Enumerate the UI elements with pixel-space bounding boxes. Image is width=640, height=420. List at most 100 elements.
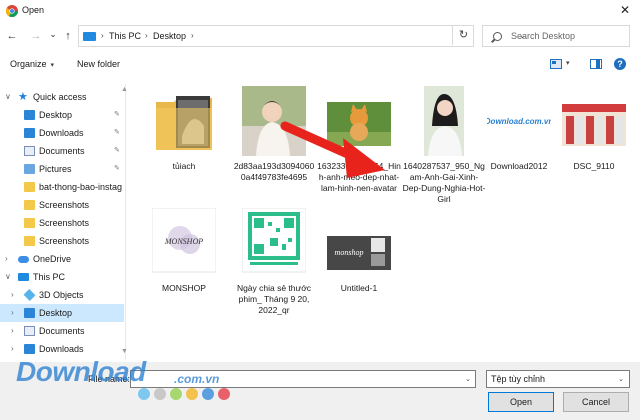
folder-icon [156, 96, 212, 150]
address-row: ← → ⌄ ↑ › This PC › Desktop › ⌄ ↻ [0, 24, 640, 50]
breadcrumb-desktop[interactable]: Desktop [153, 31, 186, 41]
up-arrow-icon[interactable]: ↑ [62, 30, 74, 42]
pin-icon: ✎ [114, 111, 120, 118]
file-label: MONSHOP [162, 283, 206, 293]
search-input[interactable] [511, 28, 627, 44]
sidebar-item-label: 3D Objects [39, 290, 84, 300]
chevron-right-icon[interactable]: › [5, 254, 8, 263]
sidebar-item-bat-thong-bao-instag[interactable]: bat-thong-bao-instag [0, 178, 124, 196]
chevron-right-icon[interactable]: › [11, 308, 14, 317]
download-icon [24, 128, 35, 138]
watermark-dot [154, 388, 166, 400]
scroll-up-icon[interactable]: ▲ [121, 86, 128, 93]
sidebar-item-onedrive[interactable]: › OneDrive [0, 250, 124, 268]
cancel-button[interactable]: Cancel [563, 392, 629, 412]
sidebar-item-screenshots[interactable]: Screenshots [0, 232, 124, 250]
open-button[interactable]: Open [488, 392, 554, 412]
new-folder-button[interactable]: New folder [77, 59, 120, 69]
chevron-down-icon[interactable]: ∨ [5, 272, 11, 281]
back-arrow-icon[interactable]: ← [6, 30, 18, 42]
pin-icon: ✎ [114, 147, 120, 154]
sidebar-item-label: Quick access [33, 92, 87, 102]
sidebar-item-label: Desktop [39, 308, 73, 318]
scroll-down-icon[interactable]: ▼ [121, 348, 128, 355]
monshop-banner-icon: monshop [327, 236, 391, 270]
desktop-folder-icon [24, 308, 35, 318]
sidebar-item-this-pc[interactable]: ∨ This PC [0, 268, 124, 286]
svg-text:MONSHOP: MONSHOP [164, 237, 203, 246]
search-icon [493, 32, 502, 41]
sidebar-item-pictures[interactable]: Pictures ✎ [0, 160, 124, 178]
forward-arrow-icon[interactable]: → [30, 30, 42, 42]
chevron-right-icon[interactable]: › [11, 290, 14, 299]
pin-icon: ✎ [114, 165, 120, 172]
breadcrumb-separator[interactable]: › [191, 31, 194, 40]
chevron-down-icon[interactable]: ∨ [5, 92, 11, 101]
chevron-down-icon[interactable]: ▾ [566, 59, 570, 67]
chevron-right-icon[interactable]: › [11, 344, 14, 353]
sidebar-item-label: Screenshots [39, 236, 90, 246]
breadcrumb-separator: › [101, 31, 104, 40]
sidebar-item-downloads[interactable]: Downloads ✎ [0, 124, 124, 142]
chevron-down-icon[interactable]: ⌄ [465, 375, 471, 383]
sidebar-item-label: Documents [39, 146, 85, 156]
recent-locations-icon[interactable]: ⌄ [47, 28, 59, 40]
sidebar-item-label: Screenshots [39, 200, 90, 210]
search-box[interactable] [482, 25, 630, 47]
star-icon: ★ [18, 91, 28, 103]
folder-icon [24, 182, 35, 192]
file-label: DSC_9110 [573, 161, 615, 171]
sidebar-item-label: OneDrive [33, 254, 72, 264]
open-dialog: Open ✕ ← → ⌄ ↑ › This PC › Desktop › ⌄ ↻… [0, 0, 640, 420]
watermark-dot [138, 388, 150, 400]
watermark-dot [170, 388, 182, 400]
sidebar-item-screenshots[interactable]: Screenshots [0, 214, 124, 232]
organize-button[interactable]: Organize ▾ [10, 59, 54, 69]
organize-label: Organize [10, 59, 47, 69]
sidebar-scrollbar[interactable] [125, 84, 126, 360]
folder-icon [24, 236, 35, 246]
sidebar-item-quick-access[interactable]: ∨ ★ Quick access [0, 88, 124, 106]
sidebar-item-label: This PC [33, 272, 66, 282]
file-type-value: Tệp tùy chỉnh [491, 374, 546, 384]
sidebar-item-label: bat-thong-bao-instag [39, 182, 123, 192]
refresh-icon[interactable]: ↻ [452, 25, 474, 45]
sidebar-item-desktop[interactable]: Desktop ✎ [0, 106, 124, 124]
sidebar-item-screenshots[interactable]: Screenshots [0, 196, 124, 214]
sidebar-item-documents[interactable]: › Documents [0, 322, 124, 340]
red-arrow-annotation [280, 121, 385, 178]
file-label: Download2012 [490, 161, 548, 171]
help-icon[interactable]: ? [614, 58, 626, 70]
pc-icon [18, 273, 29, 281]
breadcrumb-this-pc[interactable]: This PC [109, 31, 141, 41]
close-icon[interactable]: ✕ [618, 3, 632, 17]
sidebar-item-label: Screenshots [39, 218, 90, 228]
sidebar-item-label: Pictures [39, 164, 72, 174]
watermark-dot [186, 388, 198, 400]
chevron-right-icon[interactable]: › [11, 326, 14, 335]
file-label: Ngày chia sẻ thước phim_ Tháng 9 20, 202… [236, 283, 312, 315]
monshop-logo-icon: MONSHOP [152, 208, 216, 273]
cloud-icon [18, 256, 29, 263]
change-view-icon[interactable] [550, 59, 562, 69]
navigation-pane: ∨ ★ Quick access Desktop ✎ Downloads ✎ Document… [0, 84, 126, 360]
sidebar-item-desktop[interactable]: › Desktop [0, 304, 124, 322]
watermark-text: Download [16, 356, 146, 387]
group-photo-icon [562, 104, 626, 146]
title-bar: Open ✕ [0, 0, 640, 22]
file-type-select[interactable]: Tệp tùy chỉnh ⌄ [486, 370, 630, 388]
sidebar-item-3d-objects[interactable]: › 3D Objects [0, 286, 124, 304]
watermark-dot [202, 388, 214, 400]
chevron-down-icon: ▾ [50, 62, 55, 69]
sidebar-item-label: Documents [39, 326, 85, 336]
sidebar-item-documents[interactable]: Documents ✎ [0, 142, 124, 160]
svg-text:monshop: monshop [335, 248, 364, 257]
folder-icon [24, 218, 35, 228]
watermark-suffix: .com.vn [174, 372, 220, 386]
watermark-dot [218, 388, 230, 400]
file-label: Untitled-1 [340, 283, 378, 293]
preview-pane-icon[interactable] [590, 59, 602, 69]
address-bar[interactable]: › This PC › Desktop › ⌄ [78, 25, 526, 47]
pin-icon: ✎ [114, 129, 120, 136]
sidebar-item-label: Downloads [39, 344, 84, 354]
